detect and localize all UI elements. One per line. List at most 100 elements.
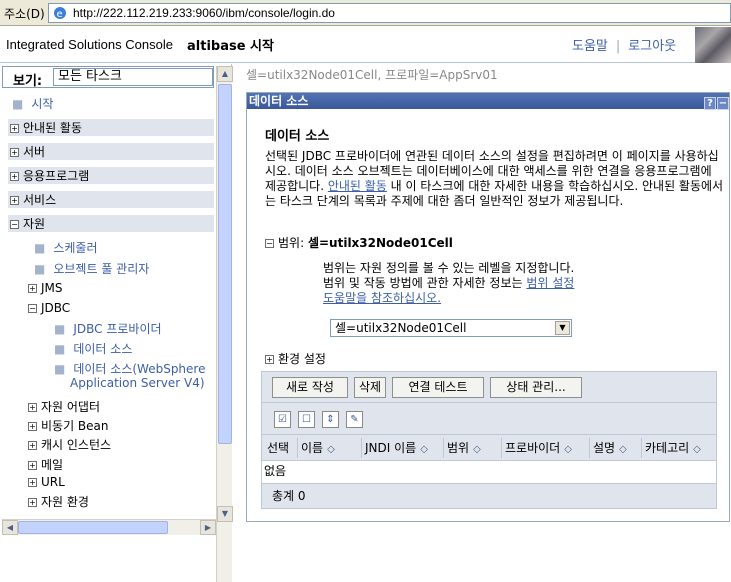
nav-cat-apps[interactable]: + 응용프로그램 [8,167,214,184]
data-source-portlet: 데이터 소스 ? − 데이터 소스 선택된 JDBC 프로바이더에 연관된 데이터… [246,92,730,522]
expand-icon[interactable]: + [10,124,19,133]
expand-icon[interactable]: + [28,478,37,487]
page-description: 선택된 JDBC 프로바이더에 연관된 데이터 소스의 설정을 편집하려면 이 … [265,149,725,209]
guided-activity-link[interactable]: 안내된 활동 [328,179,387,193]
nav-cat-services[interactable]: + 서비스 [8,191,214,208]
expand-icon[interactable]: + [28,284,37,293]
scope-settings-link[interactable]: 범위 설정 [526,276,574,290]
address-input[interactable]: e http://222.112.219.233:9060/ibm/consol… [48,3,731,23]
nav-jdbc[interactable]: − JDBC [28,301,70,315]
collapse-icon[interactable]: − [28,304,37,313]
scroll-thumb[interactable] [218,84,232,444]
help-icon[interactable]: ? [704,97,716,110]
expand-icon[interactable]: + [28,422,37,431]
nav-jdbc-providers-label[interactable]: JDBC 프로바이더 [73,322,161,336]
nav-cat-servers[interactable]: + 서버 [8,143,214,160]
collapse-icon[interactable]: − [10,220,19,229]
nav-horizontal-scrollbar[interactable]: ◀ ▶ [2,519,216,535]
sort-icon[interactable]: ◇ [473,444,481,455]
minimize-icon[interactable]: − [717,97,729,110]
sort-icon[interactable]: ◇ [327,444,335,455]
nav-data-sources-label[interactable]: 데이터 소스 [73,342,132,356]
nav-jdbc-providers[interactable]: ■ JDBC 프로바이더 [54,320,162,337]
nav-item-label: 자원 어댑터 [41,400,101,414]
col-category[interactable]: 카테고리 ◇ [642,438,716,458]
bullet-icon: ■ [54,362,66,376]
nav-jms[interactable]: + JMS [28,281,63,295]
scroll-down-icon[interactable]: ▼ [217,506,233,522]
nav-scheduler-label[interactable]: 스케줄러 [53,241,97,255]
scroll-left-icon[interactable]: ◀ [2,520,18,535]
col-category-label: 카테고리 [645,441,690,455]
nav-start-label[interactable]: 시작 [31,97,53,111]
col-description[interactable]: 설명 ◇ [590,438,642,458]
logout-link[interactable]: 로그아웃 [628,39,676,54]
manage-state-button[interactable]: 상태 관리... [490,377,582,398]
scope-help-link[interactable]: 도움말을 참조하십시오. [323,291,441,305]
nav-cat-resources[interactable]: − 자원 [8,215,214,232]
filter-icon[interactable]: ⇕ [322,411,339,428]
expand-icon[interactable]: + [28,498,37,507]
expand-icon[interactable]: + [10,148,19,157]
deselect-all-icon[interactable]: ☐ [298,411,315,428]
icon-toolbar: ☑ ☐ ⇕ ✎ [261,403,717,435]
new-button[interactable]: 새로 작성 [272,377,348,398]
nav-data-sources[interactable]: ■ 데이터 소스 [54,340,132,357]
portlet-title-bar: 데이터 소스 ? − [247,93,729,110]
help-link[interactable]: 도움말 [572,39,608,54]
scope-label: 범위: [278,236,305,250]
nav-item-label: 캐시 인스턴스 [41,438,112,452]
col-scope[interactable]: 범위 ◇ [444,438,502,458]
scope-select[interactable]: 셀=utilx32Node01Cell ▼ [330,319,572,337]
nav-resource-env[interactable]: + 자원 환경 [28,493,89,510]
expand-icon[interactable]: + [28,403,37,412]
delete-button[interactable]: 삭제 [354,377,386,398]
nav-cat-guided[interactable]: + 안내된 활동 [8,119,214,136]
expand-icon[interactable]: + [10,196,19,205]
select-all-icon[interactable]: ☑ [274,411,291,428]
col-name[interactable]: 이름 ◇ [298,438,362,458]
action-toolbar: 새로 작성 삭제 연결 테스트 상태 관리... [261,371,717,403]
nav-data-sources-v4-cont[interactable]: Application Server V4) [70,376,205,390]
app-name: altibase 시작 [187,39,274,54]
col-scope-label: 범위 [447,441,470,455]
sort-icon[interactable]: ◇ [420,444,428,455]
col-jndi[interactable]: JNDI 이름 ◇ [362,438,444,458]
env-settings-header[interactable]: + 환경 설정 [265,350,326,367]
expand-icon[interactable]: + [28,461,37,470]
nav-adapters[interactable]: + 자원 어댑터 [28,398,100,415]
expand-icon[interactable]: + [28,441,37,450]
scope-header[interactable]: − 범위: 셀=utilx32Node01Cell [265,234,453,251]
nav-data-sources-v4-label2[interactable]: Application Server V4) [70,376,205,390]
expand-icon[interactable]: + [265,355,274,364]
preferences-icon[interactable]: ✎ [346,411,363,428]
sort-icon[interactable]: ◇ [693,444,701,455]
sort-icon[interactable]: ◇ [619,444,627,455]
expand-icon[interactable]: + [10,172,19,181]
nav-scheduler[interactable]: ■ 스케줄러 [34,239,98,256]
nav-object-pool[interactable]: ■ 오브젝트 풀 관리자 [34,260,149,277]
nav-async-bean[interactable]: + 비동기 Bean [28,417,109,434]
chevron-down-icon[interactable]: ▼ [555,321,570,335]
scroll-up-icon[interactable]: ▲ [217,66,233,82]
nav-vertical-scrollbar[interactable]: ▲ ▼ [216,66,233,582]
col-provider[interactable]: 프로바이더 ◇ [502,438,590,458]
collapse-icon[interactable]: − [265,239,274,248]
nav-cache[interactable]: + 캐시 인스턴스 [28,436,111,453]
nav-data-sources-v4-label[interactable]: 데이터 소스(WebSphere [73,362,205,376]
nav-data-sources-v4[interactable]: ■ 데이터 소스(WebSphere [54,360,205,377]
nav-url[interactable]: + URL [28,475,65,489]
brand-title: Integrated Solutions Console [6,37,173,52]
scroll-thumb[interactable] [18,521,168,534]
view-select[interactable]: 모든 타스크 [53,68,213,86]
scroll-right-icon[interactable]: ▶ [200,520,216,535]
console-header: Integrated Solutions Console altibase 시작… [0,27,731,63]
nav-mail[interactable]: + 메일 [28,456,63,473]
nav-cat-label: 서버 [23,145,46,159]
nav-start[interactable]: ■ 시작 [12,95,53,112]
nav-cat-label: 안내된 활동 [23,121,83,135]
sort-icon[interactable]: ◇ [564,444,572,455]
test-connection-button[interactable]: 연결 테스트 [392,377,484,398]
nav-object-pool-label[interactable]: 오브젝트 풀 관리자 [53,262,149,276]
col-provider-label: 프로바이더 [505,441,561,455]
